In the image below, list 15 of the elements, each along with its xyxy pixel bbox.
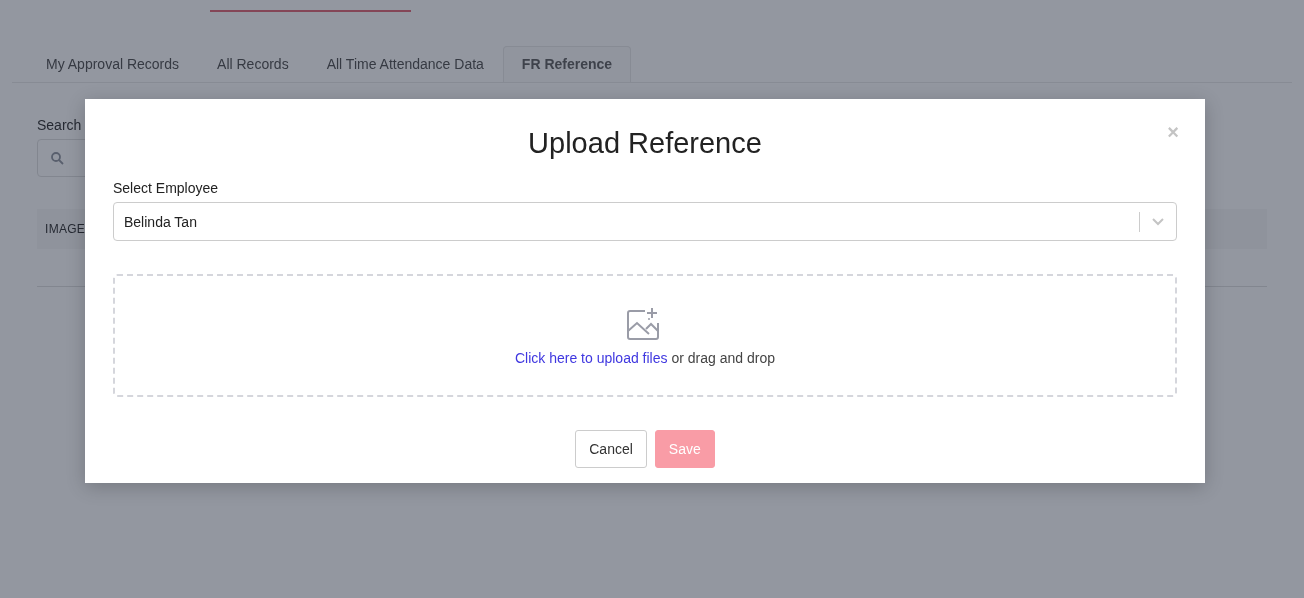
upload-link[interactable]: Click here to upload files xyxy=(514,350,668,366)
dialog-title: Upload Reference xyxy=(528,127,762,160)
upload-dropzone[interactable]: Click here to upload files or drag and drop xyxy=(113,274,1177,397)
tab[interactable]: All Records xyxy=(198,46,308,82)
drag-drop-text: or drag and drop xyxy=(671,350,776,366)
dialog-button[interactable]: Cancel xyxy=(575,430,647,468)
column-header: IMAGE xyxy=(45,222,86,236)
tab[interactable]: My Approval Records xyxy=(27,46,199,82)
search-icon xyxy=(51,151,64,165)
employee-select[interactable]: Belinda Tan xyxy=(113,202,1177,241)
chevron-down-icon xyxy=(1152,217,1164,226)
tab[interactable]: FR Reference xyxy=(502,46,632,82)
search-label: Search xyxy=(37,117,82,133)
tab[interactable]: All Time Attendance Data xyxy=(307,46,503,82)
field-label: Select Employee xyxy=(113,180,219,196)
